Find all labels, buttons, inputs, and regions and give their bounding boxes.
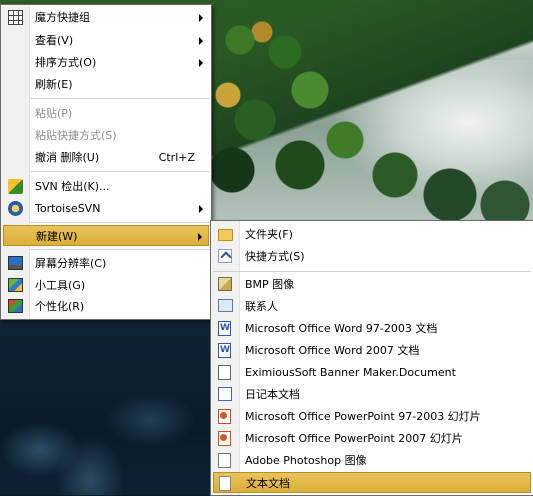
powerpoint-2007-icon <box>218 431 231 446</box>
wallpaper-ripples <box>0 330 212 495</box>
submenu-item-label: 文件夹(F) <box>245 228 293 241</box>
menu-item-view[interactable]: 查看(V) <box>3 30 209 51</box>
menu-item-shortcut: Ctrl+Z <box>158 151 195 164</box>
menu-item-label: 个性化(R) <box>35 300 85 313</box>
menu-item-label: TortoiseSVN <box>35 202 101 215</box>
menu-item-tortoisesvn[interactable]: TortoiseSVN <box>3 198 209 219</box>
menu-separator <box>31 249 209 250</box>
submenu-item-label: Microsoft Office Word 97-2003 文档 <box>245 322 438 335</box>
submenu-item-photoshop-image[interactable]: Adobe Photoshop 图像 <box>213 450 531 471</box>
menu-item-label: 小工具(G) <box>35 279 86 292</box>
submenu-item-folder[interactable]: 文件夹(F) <box>213 224 531 245</box>
gadgets-icon <box>8 278 23 292</box>
submenu-arrow-icon <box>199 37 203 45</box>
text-document-icon <box>219 476 231 491</box>
menu-item-svn-checkout[interactable]: SVN 检出(K)... <box>3 176 209 197</box>
menu-item-paste-shortcut[interactable]: 粘贴快捷方式(S) <box>3 125 209 146</box>
submenu-item-label: BMP 图像 <box>245 278 295 291</box>
submenu-item-label: Microsoft Office PowerPoint 2007 幻灯片 <box>245 432 463 445</box>
menu-item-label: 屏幕分辨率(C) <box>35 257 107 270</box>
menu-separator <box>31 171 209 172</box>
submenu-item-label: 联系人 <box>245 300 278 313</box>
grid-icon <box>8 10 23 25</box>
menu-item-mofang-quickgroup[interactable]: 魔方快捷组 <box>3 7 209 28</box>
bmp-image-icon <box>218 277 232 291</box>
menu-item-new[interactable]: 新建(W) <box>3 225 209 246</box>
folder-icon <box>218 229 233 241</box>
submenu-arrow-icon <box>199 205 203 213</box>
menu-item-label: 粘贴(P) <box>35 107 73 120</box>
menu-separator <box>31 98 209 99</box>
submenu-item-label: EximiousSoft Banner Maker.Document <box>245 366 456 379</box>
contact-icon <box>218 299 233 312</box>
menu-item-paste[interactable]: 粘贴(P) <box>3 103 209 124</box>
menu-item-label: 撤消 删除(U) <box>35 151 100 164</box>
journal-document-icon <box>218 387 232 401</box>
submenu-item-label: 日记本文档 <box>245 388 300 401</box>
menu-item-label: SVN 检出(K)... <box>35 180 110 193</box>
submenu-item-label: 文本文档 <box>246 477 290 490</box>
powerpoint-97-2003-icon <box>218 409 231 424</box>
banner-maker-document-icon <box>218 365 231 380</box>
submenu-item-text-document[interactable]: 文本文档 <box>213 472 531 493</box>
submenu-item-label: Microsoft Office PowerPoint 97-2003 幻灯片 <box>245 410 481 423</box>
submenu-item-powerpoint-2007[interactable]: Microsoft Office PowerPoint 2007 幻灯片 <box>213 428 531 449</box>
menu-separator <box>31 222 209 223</box>
submenu-item-label: Microsoft Office Word 2007 文档 <box>245 344 420 357</box>
submenu-item-shortcut[interactable]: 快捷方式(S) <box>213 246 531 267</box>
screen-resolution-icon <box>8 256 23 270</box>
menu-item-label: 粘贴快捷方式(S) <box>35 129 117 142</box>
submenu-item-powerpoint-97-2003[interactable]: Microsoft Office PowerPoint 97-2003 幻灯片 <box>213 406 531 427</box>
tortoisesvn-icon <box>8 201 23 216</box>
submenu-item-label: Adobe Photoshop 图像 <box>245 454 367 467</box>
menu-item-refresh[interactable]: 刷新(E) <box>3 74 209 95</box>
menu-item-undo-delete[interactable]: 撤消 删除(U) Ctrl+Z <box>3 147 209 168</box>
desktop-context-menu: 魔方快捷组 查看(V) 排序方式(O) 刷新(E) 粘贴(P) 粘贴快捷方式(S… <box>0 4 212 320</box>
svn-checkout-icon <box>8 179 23 194</box>
submenu-item-journal-document[interactable]: 日记本文档 <box>213 384 531 405</box>
menu-item-label: 魔方快捷组 <box>35 11 90 24</box>
submenu-arrow-icon <box>199 59 203 67</box>
word-2007-icon <box>218 340 231 361</box>
submenu-item-contact[interactable]: 联系人 <box>213 296 531 317</box>
menu-separator <box>213 271 531 272</box>
submenu-item-banner-maker-document[interactable]: EximiousSoft Banner Maker.Document <box>213 362 531 383</box>
menu-item-label: 新建(W) <box>36 230 78 243</box>
menu-item-gadgets[interactable]: 小工具(G) <box>3 275 209 296</box>
personalize-icon <box>8 299 23 313</box>
shortcut-icon <box>218 249 232 263</box>
submenu-arrow-icon <box>198 233 202 241</box>
new-submenu: 文件夹(F) 快捷方式(S) BMP 图像 联系人 Microsoft Offi… <box>210 220 533 496</box>
photoshop-image-icon <box>218 453 231 468</box>
submenu-item-word-97-2003[interactable]: Microsoft Office Word 97-2003 文档 <box>213 318 531 339</box>
menu-item-screen-resolution[interactable]: 屏幕分辨率(C) <box>3 253 209 274</box>
submenu-arrow-icon <box>199 14 203 22</box>
menu-item-personalize[interactable]: 个性化(R) <box>3 296 209 317</box>
submenu-item-word-2007[interactable]: Microsoft Office Word 2007 文档 <box>213 340 531 361</box>
submenu-item-label: 快捷方式(S) <box>245 250 305 263</box>
word-97-2003-icon <box>218 318 231 339</box>
menu-item-label: 刷新(E) <box>35 78 73 91</box>
menu-item-sort-by[interactable]: 排序方式(O) <box>3 52 209 73</box>
menu-item-label: 排序方式(O) <box>35 56 97 69</box>
menu-item-label: 查看(V) <box>35 34 74 47</box>
submenu-item-bmp-image[interactable]: BMP 图像 <box>213 274 531 295</box>
